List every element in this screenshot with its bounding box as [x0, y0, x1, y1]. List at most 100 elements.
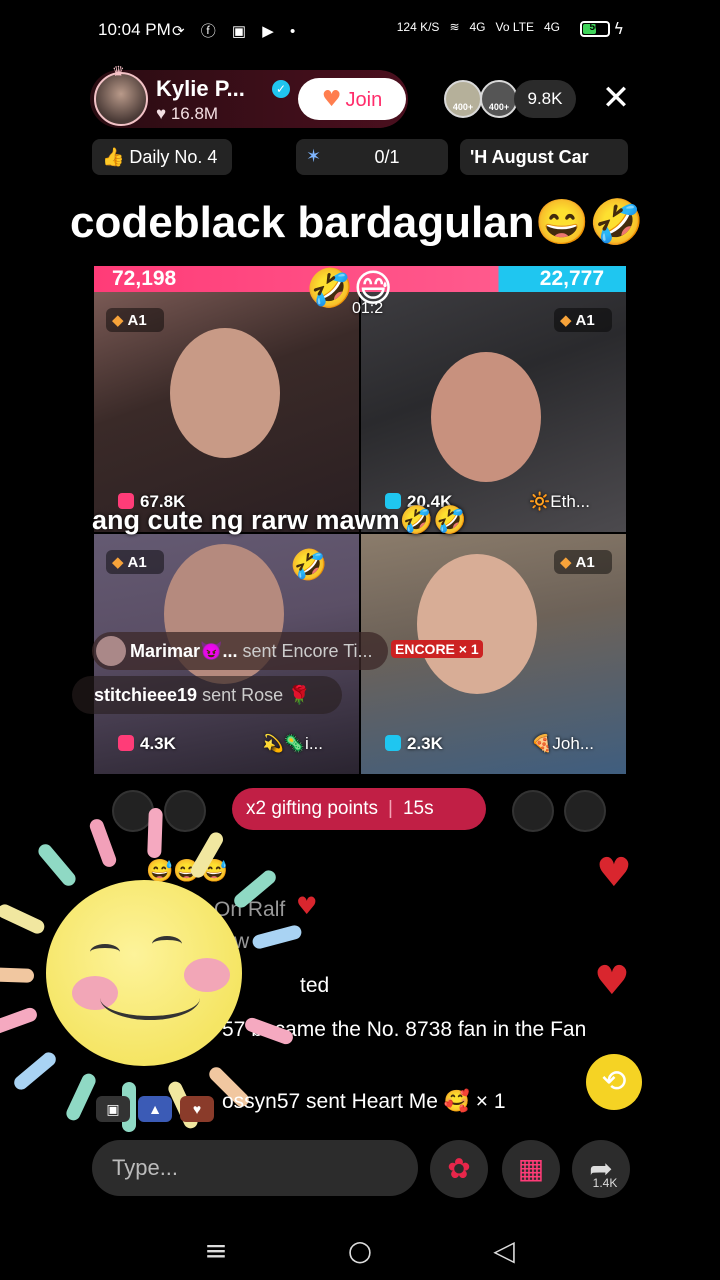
gift-sender: stitchieee19	[94, 685, 198, 705]
tile-score-3: 4.3K	[118, 734, 176, 754]
sun-ray	[11, 1049, 59, 1093]
score-left: 72,198	[112, 267, 177, 290]
fan-badge-icon: ♥	[180, 1096, 214, 1122]
comment-input[interactable]	[92, 1140, 418, 1196]
join-button[interactable]: ♥ Join	[298, 78, 406, 120]
gift-sender: Marimar😈...	[130, 641, 238, 661]
participant-video-1	[170, 328, 280, 458]
gift-text: sent Encore Ti...	[242, 641, 373, 661]
score-icon	[385, 735, 401, 751]
badge-label: A1	[127, 554, 147, 571]
gift-box-icon[interactable]: ▣	[96, 1096, 130, 1122]
battery-icon: 56	[580, 21, 610, 37]
tile-user-3[interactable]: 💫🦠i...	[263, 734, 323, 754]
join-label: Join	[345, 88, 383, 111]
battle-tile-4[interactable]: ◆ A1 ENCORE × 1 2.3K 🍕Joh...	[361, 534, 626, 774]
battery-level: 56	[589, 22, 601, 33]
level-badge-icon: ▲	[138, 1096, 172, 1122]
gift-activity-text: ossyn57 sent Heart Me 🥰 × 1	[222, 1090, 506, 1113]
floating-heart-icon: ♥	[596, 850, 632, 896]
score-icon	[118, 735, 134, 751]
badge-label: A1	[127, 312, 147, 329]
gem-icon: ◆	[112, 311, 124, 329]
verified-icon: ✓	[272, 80, 290, 98]
host-avatar[interactable]	[94, 72, 148, 126]
sun-ray	[64, 1071, 98, 1123]
gem-icon: ◆	[560, 553, 572, 571]
tile-score-value: 2.3K	[407, 734, 443, 753]
sun-ray	[251, 923, 303, 951]
goal-icon: ✶	[306, 146, 322, 167]
daily-rank-pill[interactable]: 👍 Daily No. 4	[92, 139, 232, 175]
tile-user-4[interactable]: 🍕Joh...	[531, 734, 594, 754]
rank-badge-2: ◆ A1	[554, 308, 612, 332]
sun-ray	[0, 902, 47, 936]
status-bar: 10:04 PM ⟳ ⓕ ▣ ▶ • 124 K/S ≋ 4G Vo LTE 4…	[0, 0, 720, 60]
viewer-avatar-1[interactable]: 400+	[444, 80, 482, 118]
sun-ray	[0, 1005, 39, 1037]
reaction-emoji: 🤣	[290, 548, 328, 583]
host-likes: ♥ 16.8M	[156, 104, 219, 123]
sun-ray	[87, 817, 119, 869]
rank-badge-1: ◆ A1	[106, 308, 164, 332]
back-button[interactable]: ◁	[484, 1232, 524, 1268]
sun-ray	[243, 1015, 295, 1047]
gifting-timer: 15s	[402, 798, 434, 819]
sun-ray	[147, 807, 163, 859]
sun-ray	[0, 967, 35, 983]
viewer-count[interactable]: 9.8K	[514, 80, 576, 118]
separator: |	[388, 798, 393, 819]
crown-icon: ♛	[112, 64, 125, 80]
net-speed: 124 K/S	[396, 20, 440, 34]
rose-gift-button[interactable]: ✿	[430, 1140, 488, 1198]
gift-notification-2: stitchieee19 sent Rose 🌹	[72, 676, 342, 714]
host-card[interactable]: ♛ Kylie P... ✓ ♥ 16.8M ♥ Join	[90, 64, 408, 128]
badge-label: A1	[575, 312, 595, 329]
notification-icons: ⟳ ⓕ ▣ ▶ •	[172, 23, 302, 40]
heart-icon: ♥	[321, 86, 342, 112]
gift-notification-1: Marimar😈... sent Encore Ti...	[92, 632, 388, 670]
sun-smile	[100, 976, 200, 1020]
wifi-icon: ≋	[449, 20, 460, 34]
home-button[interactable]: ○	[340, 1232, 380, 1268]
signal-4g-2: 4G	[543, 20, 560, 34]
participant-video-4	[417, 554, 537, 694]
gem-icon: ◆	[112, 553, 124, 571]
rank-badge-3: ◆ A1	[106, 550, 164, 574]
floating-heart-icon-2: ♥	[594, 958, 630, 1004]
close-button[interactable]: ✕	[600, 81, 632, 115]
gift-text: sent Rose 🌹	[202, 685, 311, 705]
tile-user-2[interactable]: 🔆Eth...	[529, 492, 590, 512]
battle-tile-2[interactable]: ◆ A1 20.4K 🔆Eth...	[361, 292, 626, 532]
host-name[interactable]: Kylie P...	[156, 76, 245, 102]
gift-activity-line: ▣ ▲ ♥ ossyn57 sent Heart Me 🥰 × 1	[96, 1086, 506, 1122]
share-count: 1.4K	[592, 1176, 618, 1190]
sun-ray	[188, 829, 226, 881]
viewer-avatar-2[interactable]: 400+	[480, 80, 518, 118]
rank-badge-4: ◆ A1	[554, 550, 612, 574]
sun-face	[46, 880, 242, 1066]
goal-pill[interactable]: ✶ 0/1	[296, 139, 448, 175]
viewer-ring-4[interactable]	[564, 790, 606, 832]
status-time: 10:04 PM	[98, 20, 171, 39]
repost-button[interactable]: ⟲	[586, 1054, 642, 1110]
gift-sender-avatar	[96, 636, 126, 666]
gem-icon: ◆	[560, 311, 572, 329]
battle-tile-1[interactable]: ◆ A1 67.8K	[94, 292, 359, 532]
sun-eye	[90, 944, 120, 960]
sun-eye	[152, 936, 182, 952]
encore-gift-tag: ENCORE × 1	[391, 640, 483, 658]
viewer-ring-3[interactable]	[512, 790, 554, 832]
sun-ray	[35, 841, 79, 889]
participant-video-2	[431, 352, 541, 482]
event-pill[interactable]: 'H August Car	[460, 139, 628, 175]
overlay-caption: ang cute ng rarw mawm🤣🤣	[92, 505, 467, 535]
recent-apps-button[interactable]: ≡	[196, 1232, 236, 1268]
charging-icon: ϟ	[613, 19, 624, 38]
goal-progress: 0/1	[374, 147, 400, 167]
score-right: 22,777	[539, 267, 604, 290]
network-indicators: 124 K/S ≋ 4G Vo LTE 4G	[397, 20, 560, 34]
navigation-bar: ≡ ○ ◁	[0, 1220, 720, 1280]
gift-button[interactable]: ▦	[502, 1140, 560, 1198]
badge-label: A1	[575, 554, 595, 571]
